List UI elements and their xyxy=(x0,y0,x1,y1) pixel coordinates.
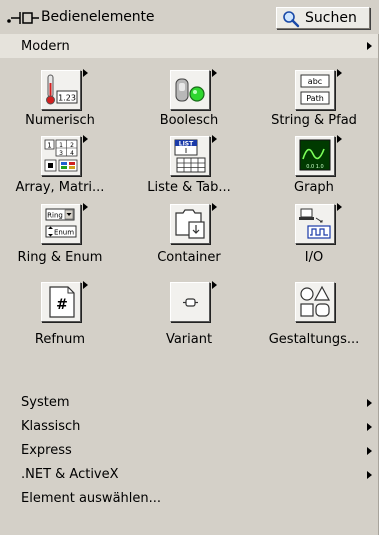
boolean-icon xyxy=(170,69,217,110)
menu-item-express[interactable]: Express xyxy=(0,440,378,462)
palette-title: Bedienelemente xyxy=(41,9,155,25)
menu-item-klassisch[interactable]: Klassisch xyxy=(0,416,378,438)
item-label: Refnum xyxy=(34,332,86,347)
menu-item-label: Klassisch xyxy=(21,419,81,434)
submenu-arrow-icon xyxy=(337,203,342,211)
menu-item-element-auswaehlen[interactable]: Element auswählen... xyxy=(0,488,378,510)
svg-text:3: 3 xyxy=(59,150,63,157)
decorations-icon xyxy=(295,282,335,322)
submenu-arrow-icon xyxy=(367,423,372,431)
item-label: I/O xyxy=(304,250,324,265)
search-button-label: Suchen xyxy=(305,10,357,26)
container-icon xyxy=(170,203,217,244)
palette-item-container[interactable]: Container xyxy=(129,203,249,290)
palette-item-refnum[interactable]: # Refnum xyxy=(0,281,120,368)
svg-text:1: 1 xyxy=(47,142,51,150)
variant-icon xyxy=(170,281,217,322)
menu-item-label: Element auswählen... xyxy=(21,491,162,506)
menu-item-label: Express xyxy=(21,443,72,458)
io-icon xyxy=(295,203,342,244)
menu-item-label: .NET & ActiveX xyxy=(21,467,119,482)
svg-text:#: # xyxy=(56,297,68,313)
magnifier-icon xyxy=(283,11,300,28)
item-label: Gestaltungs... xyxy=(268,332,360,347)
svg-text:Path: Path xyxy=(306,94,324,103)
menu-item-net-activex[interactable]: .NET & ActiveX xyxy=(0,464,378,486)
palette-title-bar: Bedienelemente Suchen xyxy=(0,0,379,34)
palette-item-io[interactable]: I/O xyxy=(254,203,374,290)
array-matrix-icon: 1 1 2 3 4 xyxy=(41,135,88,176)
submenu-arrow-icon xyxy=(83,203,88,211)
submenu-arrow-icon xyxy=(337,69,342,77)
category-label: Modern xyxy=(21,39,70,54)
submenu-arrow-icon xyxy=(367,42,372,50)
palette-item-string-pfad[interactable]: abc Path String & Pfad xyxy=(254,58,374,134)
palette-item-variant[interactable]: Variant xyxy=(129,281,249,368)
svg-text:LIST: LIST xyxy=(179,141,194,148)
palette-item-ring-enum[interactable]: Ring Enum Ring & Enum xyxy=(0,203,120,290)
submenu-arrow-icon xyxy=(212,281,217,289)
item-label: Numerisch xyxy=(25,113,95,128)
submenu-arrow-icon xyxy=(83,281,88,289)
svg-text:1.23: 1.23 xyxy=(58,94,76,103)
graph-icon: 0.0 1.0 xyxy=(295,135,342,176)
submenu-arrow-icon xyxy=(212,203,217,211)
ring-enum-icon: Ring Enum xyxy=(41,203,88,244)
svg-text:Enum: Enum xyxy=(54,229,74,237)
submenu-arrow-icon xyxy=(337,135,342,143)
item-label: Graph xyxy=(294,180,334,195)
svg-text:abc: abc xyxy=(308,77,322,86)
string-path-icon: abc Path xyxy=(295,69,342,110)
submenu-arrow-icon xyxy=(367,471,372,479)
submenu-arrow-icon xyxy=(212,69,217,77)
item-label: Array, Matri... xyxy=(15,180,105,195)
submenu-arrow-icon xyxy=(83,135,88,143)
item-label: Ring & Enum xyxy=(17,250,103,265)
palette-item-array-matrix[interactable]: 1 1 2 3 4 Array, Matri... xyxy=(0,135,120,212)
list-table-icon: LIST xyxy=(170,135,217,176)
category-modern[interactable]: Modern xyxy=(0,34,378,58)
item-label: String & Pfad xyxy=(271,113,357,128)
refnum-icon: # xyxy=(41,281,88,322)
svg-text:1: 1 xyxy=(59,142,63,149)
palette-item-numerisch[interactable]: 1.23 Numerisch xyxy=(0,58,120,134)
svg-text:2: 2 xyxy=(70,142,74,149)
palette-item-graph[interactable]: 0.0 1.0 Graph xyxy=(254,135,374,212)
palette-grid: 1.23 Numerisch Boolesch abc Path String … xyxy=(0,58,379,384)
controls-palette: Bedienelemente Suchen Modern 1.23 Numeri… xyxy=(0,0,379,535)
palette-item-liste-tabelle[interactable]: LIST Liste & Tab... xyxy=(129,135,249,212)
pin-icon[interactable] xyxy=(6,10,46,26)
submenu-arrow-icon xyxy=(367,447,372,455)
item-label: Boolesch xyxy=(159,113,219,128)
palette-item-gestaltung[interactable]: Gestaltungs... xyxy=(254,282,374,368)
item-label: Liste & Tab... xyxy=(147,180,231,195)
item-label: Container xyxy=(157,250,221,265)
palette-item-boolesch[interactable]: Boolesch xyxy=(129,58,249,134)
svg-text:Ring: Ring xyxy=(47,212,63,220)
submenu-arrow-icon xyxy=(83,69,88,77)
item-label: Variant xyxy=(165,332,213,347)
menu-item-system[interactable]: System xyxy=(0,392,378,414)
svg-text:4: 4 xyxy=(70,150,74,157)
submenu-arrow-icon xyxy=(212,135,217,143)
menu-item-label: System xyxy=(21,395,70,410)
svg-text:0.0 1.0: 0.0 1.0 xyxy=(306,164,324,170)
search-button[interactable]: Suchen xyxy=(276,7,370,29)
submenu-arrow-icon xyxy=(367,399,372,407)
numeric-icon: 1.23 xyxy=(41,69,88,110)
